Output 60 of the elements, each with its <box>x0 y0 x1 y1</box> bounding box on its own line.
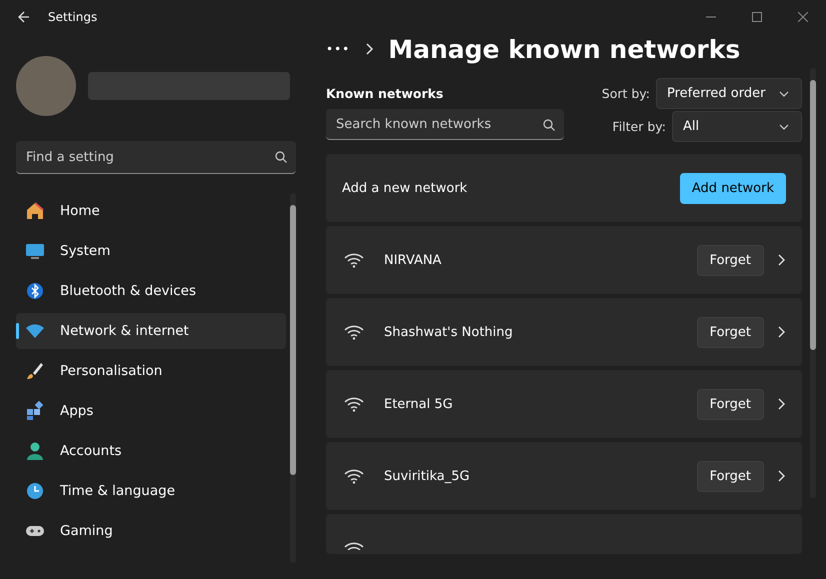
more-button[interactable]: ••• <box>326 42 360 56</box>
chevron-right-icon <box>778 470 786 482</box>
sort-dropdown[interactable]: Preferred order <box>656 78 802 109</box>
network-name: Shashwat's Nothing <box>384 324 514 340</box>
window-title: Settings <box>48 10 98 24</box>
card-label: Add a new network <box>342 180 468 196</box>
chevron-right-icon <box>778 254 786 266</box>
network-row[interactable]: NIRVANA Forget <box>326 226 802 294</box>
network-name: Suviritika_5G <box>384 468 471 484</box>
chevron-down-icon <box>779 90 789 96</box>
scrollbar[interactable] <box>290 193 296 563</box>
sidebar-item[interactable]: Network & internet <box>16 313 286 349</box>
dropdown-label: Sort by: <box>602 86 650 101</box>
search-icon <box>543 119 555 131</box>
network-name: Eternal 5G <box>384 396 454 412</box>
wifi-icon <box>344 252 364 268</box>
network-row[interactable]: Shashwat's Nothing Forget <box>326 298 802 366</box>
back-arrow-icon <box>18 11 30 23</box>
wifi-icon <box>344 396 364 412</box>
forget-button[interactable]: Forget <box>696 388 764 420</box>
close-icon <box>798 12 808 22</box>
network-row[interactable]: Suviritika_5G Forget <box>326 442 802 510</box>
forget-button[interactable]: Forget <box>696 316 764 348</box>
sidebar-item[interactable]: Accounts <box>16 433 286 469</box>
search-networks-field[interactable]: Search known networks <box>326 109 564 140</box>
chevron-down-icon <box>779 124 789 130</box>
house-icon <box>25 201 45 221</box>
sidebar-item[interactable]: Bluetooth & devices <box>16 273 286 309</box>
selection-indicator <box>16 323 19 339</box>
wifi-icon <box>344 541 364 550</box>
chevron-right-icon <box>778 398 786 410</box>
sidebar-item[interactable]: System <box>16 233 286 269</box>
wifi-icon <box>344 324 364 340</box>
apps-icon <box>25 401 45 421</box>
chevron-right-icon <box>366 43 374 55</box>
clock-icon <box>25 481 45 501</box>
add-network-button[interactable]: Add network <box>680 172 786 204</box>
person-icon <box>25 441 45 461</box>
network-row[interactable]: Eternal 5G Forget <box>326 370 802 438</box>
network-name: NIRVANA <box>384 252 442 268</box>
scrollbar[interactable] <box>810 68 816 498</box>
sidebar-item[interactable]: Personalisation <box>16 353 286 389</box>
forget-button[interactable]: Forget <box>696 244 764 276</box>
chevron-right-icon <box>778 326 786 338</box>
search-icon <box>275 151 287 163</box>
sidebar-item[interactable]: Gaming <box>16 513 286 549</box>
monitor-icon <box>25 241 45 261</box>
page-title: Manage known networks <box>388 34 740 64</box>
search-field[interactable]: Find a setting <box>16 141 296 174</box>
filter-dropdown[interactable]: All <box>672 111 802 142</box>
maximize-icon <box>752 12 762 22</box>
sidebar-item[interactable]: Apps <box>16 393 286 429</box>
forget-button[interactable]: Forget <box>696 460 764 492</box>
sidebar-item[interactable]: Home <box>16 193 286 229</box>
dropdown-label: Filter by: <box>612 119 666 134</box>
sidebar-item[interactable]: Time & language <box>16 473 286 509</box>
wifi-icon <box>344 468 364 484</box>
section-heading: Known networks <box>326 86 444 101</box>
bluetooth-icon <box>25 281 45 301</box>
paintbrush-icon <box>25 361 45 381</box>
